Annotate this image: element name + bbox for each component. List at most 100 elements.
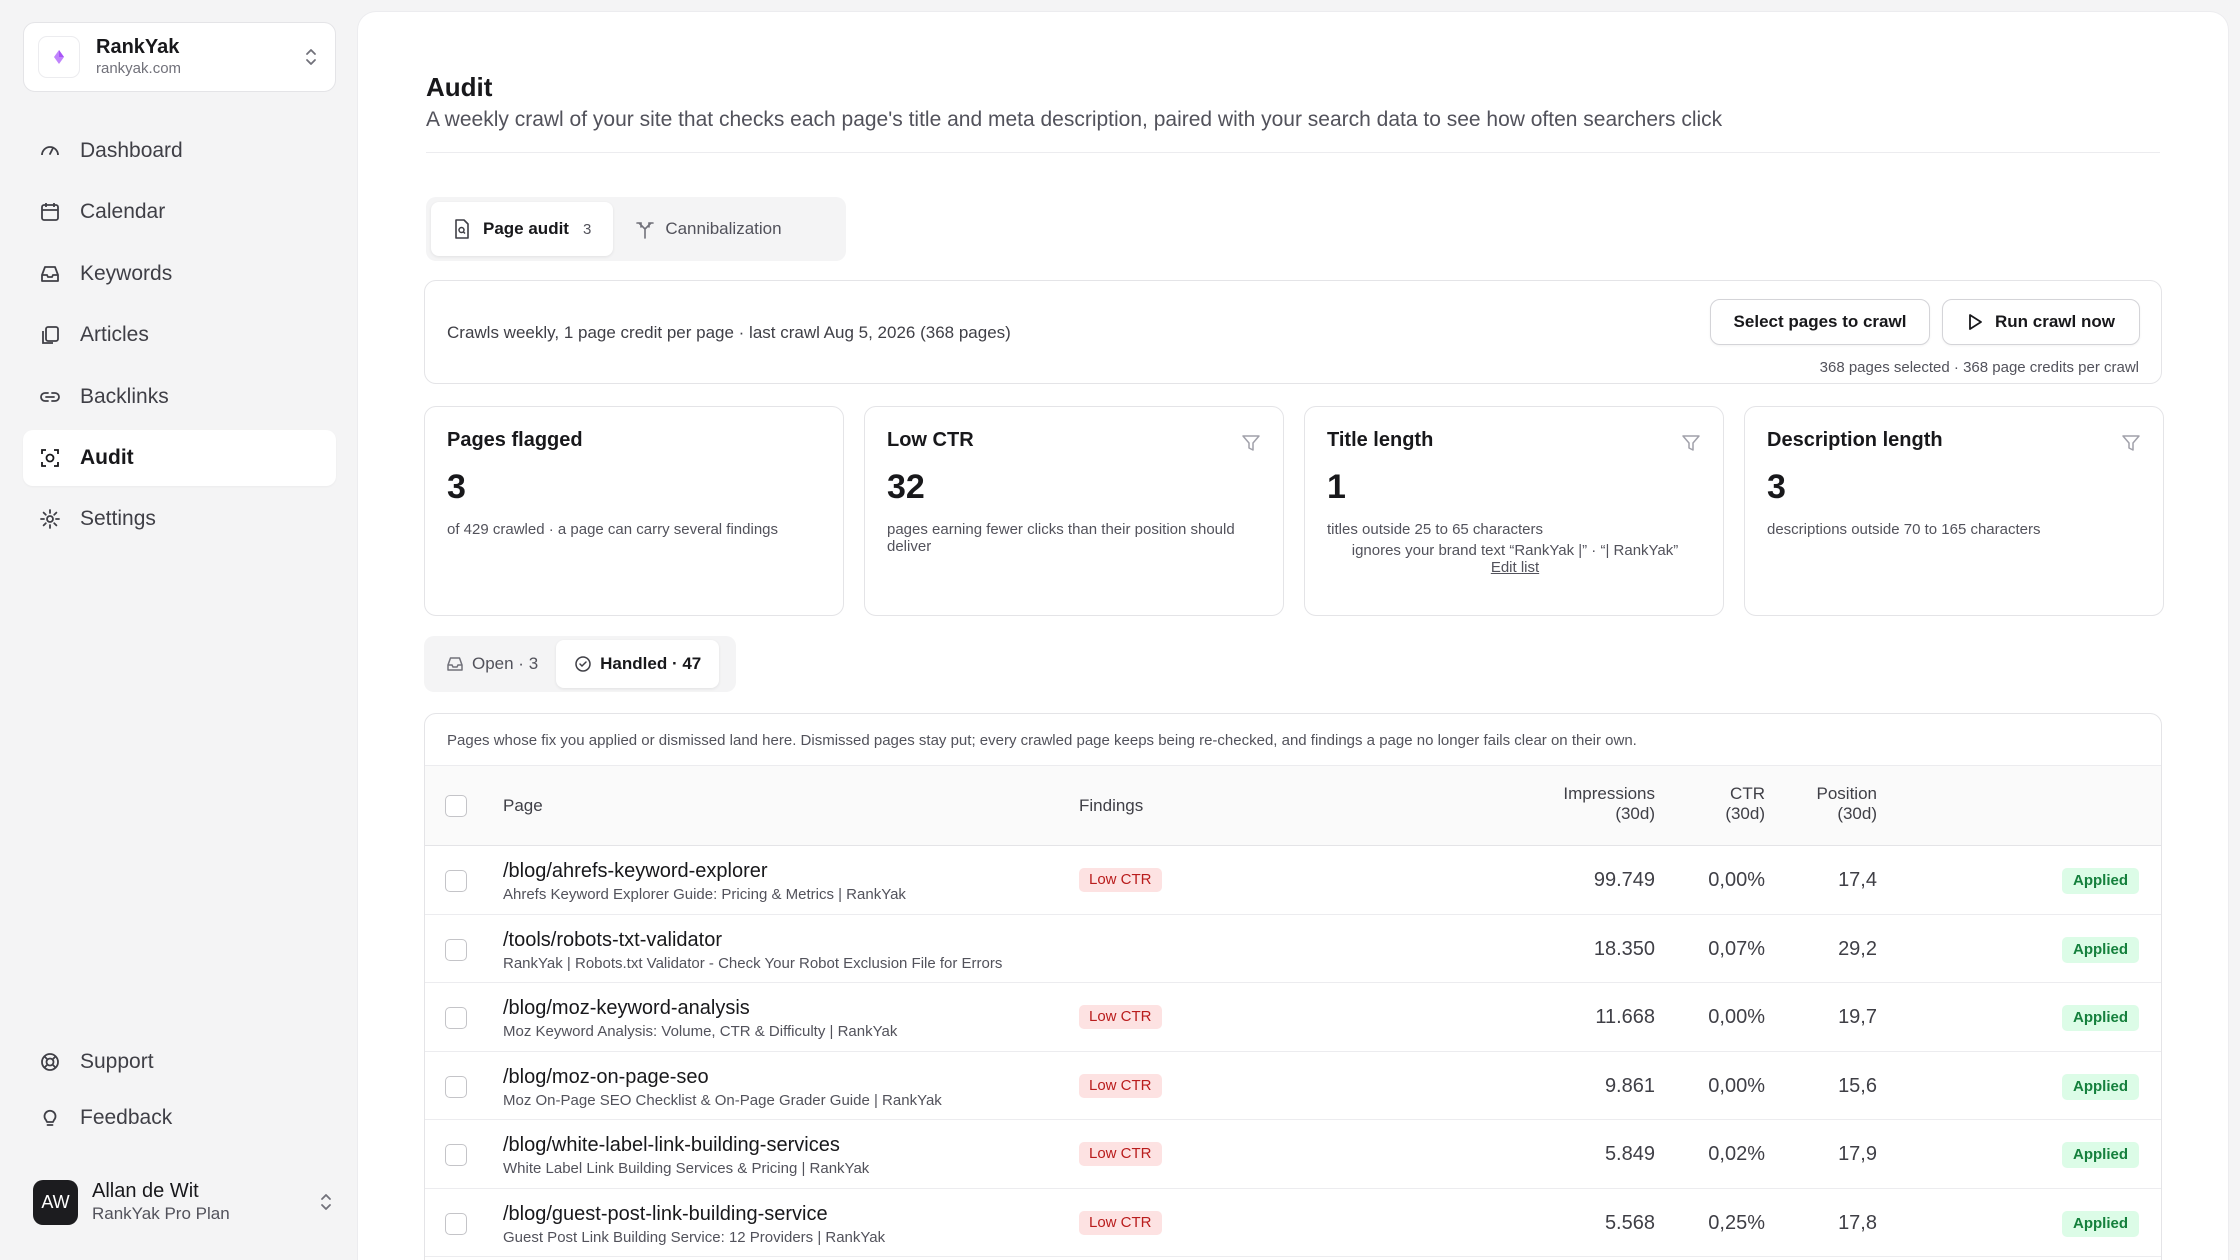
card-title-length[interactable]: Title length 1 titles outside 25 to 65 c… xyxy=(1304,406,1724,616)
nav-item-dashboard[interactable]: Dashboard xyxy=(23,123,336,179)
header-impressions[interactable]: Impressions (30d) xyxy=(1525,784,1655,824)
impressions-value: 18.350 xyxy=(1593,937,1655,960)
header-position[interactable]: Position (30d) xyxy=(1765,784,1877,824)
page-path[interactable]: /tools/robots-txt-validator xyxy=(503,929,722,952)
header-page[interactable]: Page xyxy=(503,796,543,816)
header-label: Position xyxy=(1816,784,1877,803)
user-menu[interactable]: AW Allan de Wit RankYak Pro Plan xyxy=(23,1172,336,1232)
card-value: 3 xyxy=(447,468,466,506)
avatar: AW xyxy=(33,1179,78,1225)
table-row[interactable]: /blog/moz-on-page-seo Moz On-Page SEO Ch… xyxy=(425,1052,2161,1120)
crawl-settings: Crawls weekly, 1 page credit per page · … xyxy=(424,280,2162,384)
divider xyxy=(426,152,2160,153)
impressions-value: 9.861 xyxy=(1604,1074,1655,1097)
row-checkbox[interactable] xyxy=(445,1144,467,1166)
status-badge: Applied xyxy=(2062,1210,2139,1237)
select-all-checkbox[interactable] xyxy=(445,795,467,817)
card-title: Low CTR xyxy=(887,429,974,451)
table-row[interactable]: /blog/moz-keyword-analysis Moz Keyword A… xyxy=(425,983,2161,1052)
select-pages-button[interactable]: Select pages to crawl xyxy=(1710,299,1930,345)
header-sublabel: (30d) xyxy=(1837,804,1877,823)
nav-item-articles[interactable]: Articles xyxy=(23,307,336,363)
ctr-value: 0,00% xyxy=(1708,869,1765,891)
filter-icon[interactable] xyxy=(1681,433,1701,453)
tab-handled[interactable]: Handled · 47 xyxy=(556,640,720,688)
nav-label: Settings xyxy=(80,507,156,531)
table-row[interactable]: /blog/ahrefs-keyword-explorer Ahrefs Key… xyxy=(425,846,2161,915)
user-name: Allan de Wit xyxy=(92,1180,199,1202)
header-sublabel: (30d) xyxy=(1725,804,1765,823)
nav-label: Dashboard xyxy=(80,139,183,162)
page-path[interactable]: /blog/white-label-link-building-services xyxy=(503,1134,840,1157)
inbox-icon xyxy=(446,655,464,673)
header-sublabel: (30d) xyxy=(1615,804,1655,823)
table-row[interactable]: /blog/guest-post-link-building-service G… xyxy=(425,1189,2161,1257)
card-desc: of 429 crawled · a page can carry severa… xyxy=(447,521,779,538)
header-findings[interactable]: Findings xyxy=(1079,796,1143,816)
row-checkbox[interactable] xyxy=(445,870,467,892)
page-title-text: Moz Keyword Analysis: Volume, CTR & Diff… xyxy=(503,1023,898,1040)
ctr-value: 0,25% xyxy=(1708,1211,1765,1234)
nav-item-feedback[interactable]: Feedback xyxy=(23,1090,336,1146)
tab-open[interactable]: Open · 3 xyxy=(428,640,556,688)
finding-badge: Low CTR xyxy=(1079,1210,1162,1235)
card-note: ignores your brand text “RankYak |” · “|… xyxy=(1351,542,1679,559)
card-title: Description length xyxy=(1767,429,1943,451)
nav-label: Backlinks xyxy=(80,384,169,408)
table-header: Page Findings Impressions (30d) CTR (30d… xyxy=(425,766,2161,846)
row-checkbox[interactable] xyxy=(445,1075,467,1098)
document-search-icon xyxy=(453,219,473,239)
header-ctr[interactable]: CTR (30d) xyxy=(1665,784,1765,824)
audit-tabs: Page audit 3 Cannibalization xyxy=(426,197,846,261)
page-title: Audit xyxy=(426,72,493,102)
row-checkbox[interactable] xyxy=(445,1007,467,1029)
impressions-value: 5.568 xyxy=(1604,1211,1655,1234)
filter-icon[interactable] xyxy=(1241,433,1261,453)
card-title: Pages flagged xyxy=(447,429,583,451)
position-value: 29,2 xyxy=(1838,937,1877,960)
link-icon xyxy=(38,385,62,409)
page-path[interactable]: /blog/moz-on-page-seo xyxy=(503,1066,709,1089)
gear-icon xyxy=(38,507,62,531)
rankyak-logo-icon xyxy=(38,36,80,78)
nav-item-support[interactable]: Support xyxy=(23,1034,336,1090)
card-desc: pages earning fewer clicks than their po… xyxy=(887,521,1235,555)
page-path[interactable]: /blog/ahrefs-keyword-explorer xyxy=(503,860,768,883)
nav-item-settings[interactable]: Settings xyxy=(23,491,336,547)
finding-badge: Low CTR xyxy=(1079,1073,1162,1098)
nav-item-audit[interactable]: Audit xyxy=(23,429,336,486)
workspace-name: RankYak xyxy=(96,36,180,58)
table-row[interactable]: /tools/robots-txt-validator RankYak | Ro… xyxy=(425,915,2161,983)
run-crawl-button[interactable]: Run crawl now xyxy=(1942,299,2140,345)
secondary-nav: Support Feedback xyxy=(23,1034,336,1146)
workspace-switcher[interactable]: RankYak rankyak.com xyxy=(23,22,336,92)
finding-badge: Low CTR xyxy=(1079,1142,1162,1166)
nav-label: Keywords xyxy=(80,261,173,285)
page-path[interactable]: /blog/moz-keyword-analysis xyxy=(503,997,750,1020)
row-checkbox[interactable] xyxy=(445,1212,467,1235)
page-path[interactable]: /blog/guest-post-link-building-service xyxy=(503,1203,828,1226)
header-label: Impressions xyxy=(1563,784,1655,803)
status-badge: Applied xyxy=(2062,868,2139,894)
nav-item-keywords[interactable]: Keywords xyxy=(23,246,336,302)
filter-icon[interactable] xyxy=(2121,433,2141,453)
nav-item-calendar[interactable]: Calendar xyxy=(23,184,336,240)
position-value: 15,6 xyxy=(1838,1074,1877,1097)
nav-item-backlinks[interactable]: Backlinks xyxy=(23,369,336,425)
ctr-value: 0,00% xyxy=(1708,1074,1765,1097)
play-icon xyxy=(1967,313,1983,331)
nav-label: Articles xyxy=(80,323,149,347)
tab-page-audit[interactable]: Page audit 3 xyxy=(431,202,614,256)
row-checkbox[interactable] xyxy=(445,938,467,961)
run-crawl-label: Run crawl now xyxy=(1995,312,2115,331)
card-pages-flagged: Pages flagged 3 of 429 crawled · a page … xyxy=(424,406,844,616)
table-note: Pages whose fix you applied or dismissed… xyxy=(425,714,2161,766)
card-low-ctr[interactable]: Low CTR 32 pages earning fewer clicks th… xyxy=(864,406,1284,616)
finding-badge: Low CTR xyxy=(1079,1005,1162,1029)
edit-list-link[interactable]: Edit list xyxy=(1327,559,1703,576)
table-row[interactable]: /blog/white-label-link-building-services… xyxy=(425,1120,2161,1189)
card-description-length[interactable]: Description length 3 descriptions outsid… xyxy=(1744,406,2164,616)
nav-label: Support xyxy=(80,1050,154,1073)
card-desc: descriptions outside 70 to 165 character… xyxy=(1767,521,2041,538)
tab-cannibalization[interactable]: Cannibalization xyxy=(613,202,803,256)
